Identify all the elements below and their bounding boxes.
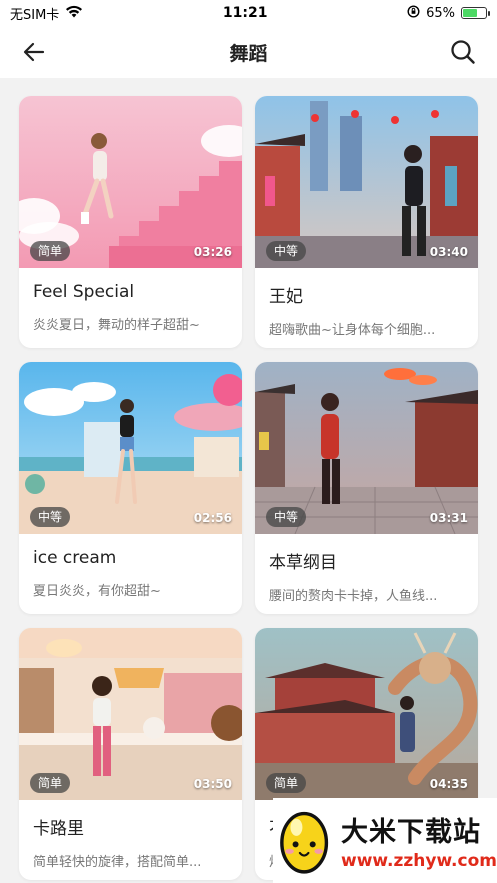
card-title: 王妃 [269,287,303,307]
duration-label: 02:56 [193,511,232,525]
card-title: 卡路里 [33,819,84,839]
dance-card[interactable]: 中等 02:56 ice cream 夏日炎炎，有你超甜~ [19,362,242,614]
battery-percent: 65% [426,5,455,21]
duration-label: 04:35 [429,777,468,791]
battery-icon [460,7,490,19]
card-description: 腰间的赘肉卡卡掉，人鱼线... [269,589,438,604]
difficulty-badge: 简单 [30,773,71,793]
duration-label: 03:40 [429,245,468,259]
status-time: 11:21 [222,5,268,21]
status-left: 无SIM卡 [10,4,83,23]
watermark-url: www.zzhyw.com [340,851,497,871]
dance-thumbnail: 简单 03:50 [19,628,242,800]
search-button[interactable] [449,38,477,66]
dance-card[interactable]: 中等 03:40 王妃 超嗨歌曲~让身体每个细胞... [255,96,478,348]
dance-card[interactable]: 简单 03:26 Feel Special 炎炎夏日，舞动的样子超甜~ [19,96,242,348]
orientation-lock-icon [407,4,420,22]
dance-thumbnail: 中等 03:31 [255,362,478,534]
card-description: 夏日炎炎，有你超甜~ [33,584,161,599]
dance-card[interactable]: 中等 03:31 本草纲目 腰间的赘肉卡卡掉，人鱼线... [255,362,478,614]
card-title: ice cream [33,548,117,568]
duration-label: 03:26 [193,245,232,259]
rice-grain-logo [280,811,329,874]
duration-label: 03:31 [429,511,468,525]
card-description: 超嗨歌曲~让身体每个细胞... [269,323,436,338]
search-icon [451,40,475,64]
carrier-label: 无SIM卡 [10,7,60,23]
dance-card[interactable]: 简单 03:50 卡路里 简单轻快的旋律，搭配简单... [19,628,242,880]
arrow-left-icon [23,42,45,62]
nav-header: 舞蹈 [0,26,497,78]
difficulty-badge: 简单 [30,241,71,261]
difficulty-badge: 中等 [266,241,307,261]
page-title: 舞蹈 [229,42,268,65]
card-description: 炎炎夏日，舞动的样子超甜~ [33,318,200,333]
difficulty-badge: 简单 [266,773,307,793]
card-description: 简单轻快的旋律，搭配简单... [33,855,202,870]
back-button[interactable] [20,38,48,66]
card-title: 本草纲目 [269,553,337,573]
wifi-icon [65,5,83,22]
dance-thumbnail: 简单 03:26 [19,96,242,268]
duration-label: 03:50 [193,777,232,791]
status-right: 65% [407,4,490,22]
dance-thumbnail: 中等 03:40 [255,96,478,268]
watermark-title: 大米下载站 [340,817,481,848]
dance-grid: 简单 03:26 Feel Special 炎炎夏日，舞动的样子超甜~ 中等 0… [19,96,479,880]
card-title: Feel Special [33,282,135,302]
dance-thumbnail: 中等 02:56 [19,362,242,534]
status-bar: 无SIM卡 11:21 65% [0,0,497,26]
difficulty-badge: 中等 [266,507,307,527]
site-watermark: 大米下载站 www.zzhyw.com [273,798,497,883]
dance-thumbnail: 简单 04:35 [255,628,478,800]
difficulty-badge: 中等 [30,507,71,527]
